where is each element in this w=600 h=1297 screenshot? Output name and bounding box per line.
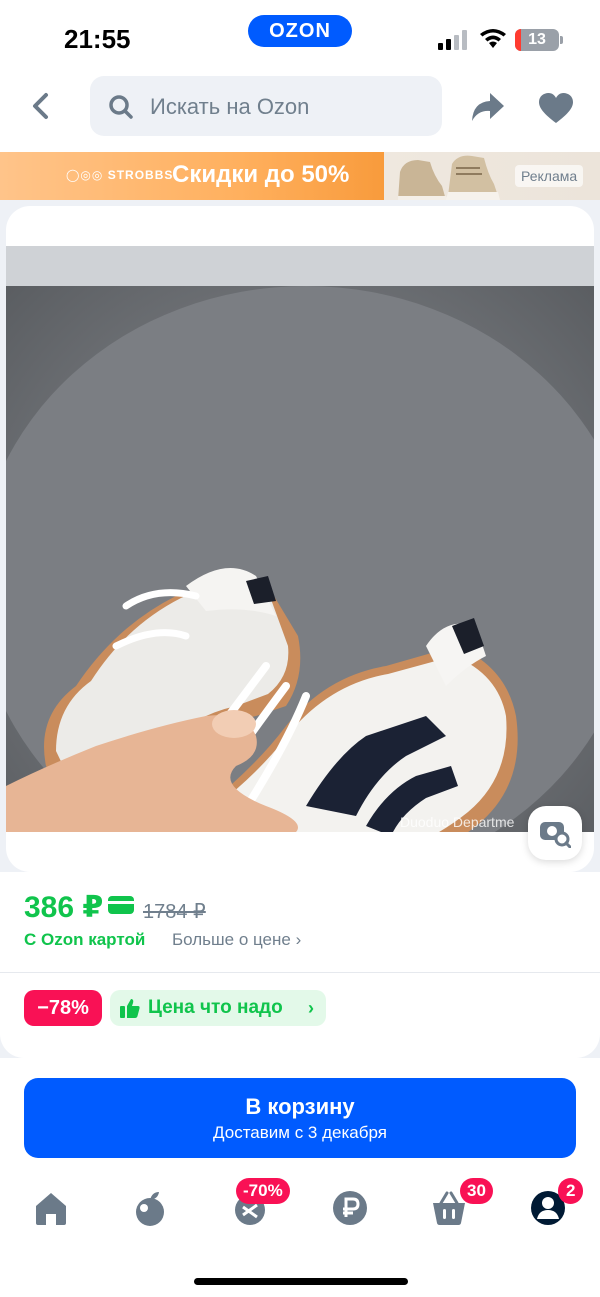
search-field[interactable]: Искать на Ozon xyxy=(90,76,442,136)
sneakers-image xyxy=(6,246,594,832)
delivery-date: Доставим с 3 декабря xyxy=(213,1123,387,1142)
heart-icon[interactable] xyxy=(538,92,574,124)
ad-label: Реклама xyxy=(515,165,584,187)
share-icon[interactable] xyxy=(470,90,506,124)
thumbs-up-icon xyxy=(120,999,140,1018)
sale-badge: -70% xyxy=(236,1178,290,1204)
status-bar: 21:55 OZON 13 xyxy=(0,0,600,70)
price-section: 386 ₽ 1784 ₽ С Ozon картой Больше о цене… xyxy=(0,872,600,1058)
cart-badge: 30 xyxy=(460,1178,493,1204)
discount-badge: −78% xyxy=(24,990,102,1026)
signal-icon xyxy=(438,30,467,50)
home-icon[interactable] xyxy=(31,1188,71,1228)
home-indicator xyxy=(194,1278,408,1285)
back-arrow-icon[interactable] xyxy=(26,90,58,122)
tab-bar: -70% 30 2 xyxy=(0,1178,600,1248)
good-price-chip[interactable]: Цена что надо › xyxy=(110,990,326,1026)
bank-card-icon xyxy=(108,896,134,914)
product-photo[interactable]: Duoduo Departme xyxy=(6,246,594,832)
product-screen: 21:55 OZON 13 Искать на Ozon ◯◎◎ STROBBS… xyxy=(0,0,600,1297)
ozon-card-label[interactable]: С Ozon картой xyxy=(24,930,145,950)
profile-badge: 2 xyxy=(558,1178,584,1204)
image-search-icon xyxy=(540,822,571,848)
fresh-icon[interactable] xyxy=(130,1188,170,1228)
ruble-icon[interactable] xyxy=(330,1188,370,1228)
add-to-cart-button[interactable]: В корзину Доставим с 3 декабря xyxy=(24,1078,576,1158)
good-price-label: Цена что надо xyxy=(148,997,283,1018)
status-time: 21:55 xyxy=(64,24,131,54)
more-about-price-link[interactable]: Больше о цене › xyxy=(172,930,301,950)
ad-promo-text: Скидки до 50% xyxy=(172,161,350,188)
ozon-logo: OZON xyxy=(248,15,352,47)
wifi-icon xyxy=(480,29,506,48)
search-placeholder: Искать на Ozon xyxy=(150,94,310,119)
ad-banner[interactable]: ◯◎◎ STROBBS Скидки до 50% Реклама xyxy=(0,152,600,200)
photo-watermark: Duoduo Departme xyxy=(400,814,515,830)
battery-indicator: 13 xyxy=(515,29,563,51)
ad-boots-image xyxy=(398,155,500,200)
good-price-chevron: › xyxy=(308,998,314,1018)
bottom-panel: В корзину Доставим с 3 декабря -70% 30 2 xyxy=(0,1058,600,1297)
ad-brand-name: ◯◎◎ STROBBS xyxy=(66,168,174,182)
search-icon xyxy=(109,95,133,119)
current-price: 386 ₽ xyxy=(24,891,104,924)
old-price: 1784 ₽ xyxy=(143,901,206,923)
product-gallery: Duoduo Departme xyxy=(6,206,594,872)
top-bar: Искать на Ozon xyxy=(0,70,600,152)
divider xyxy=(0,972,600,973)
add-to-cart-label: В корзину xyxy=(245,1094,355,1119)
image-search-button[interactable] xyxy=(528,806,582,860)
